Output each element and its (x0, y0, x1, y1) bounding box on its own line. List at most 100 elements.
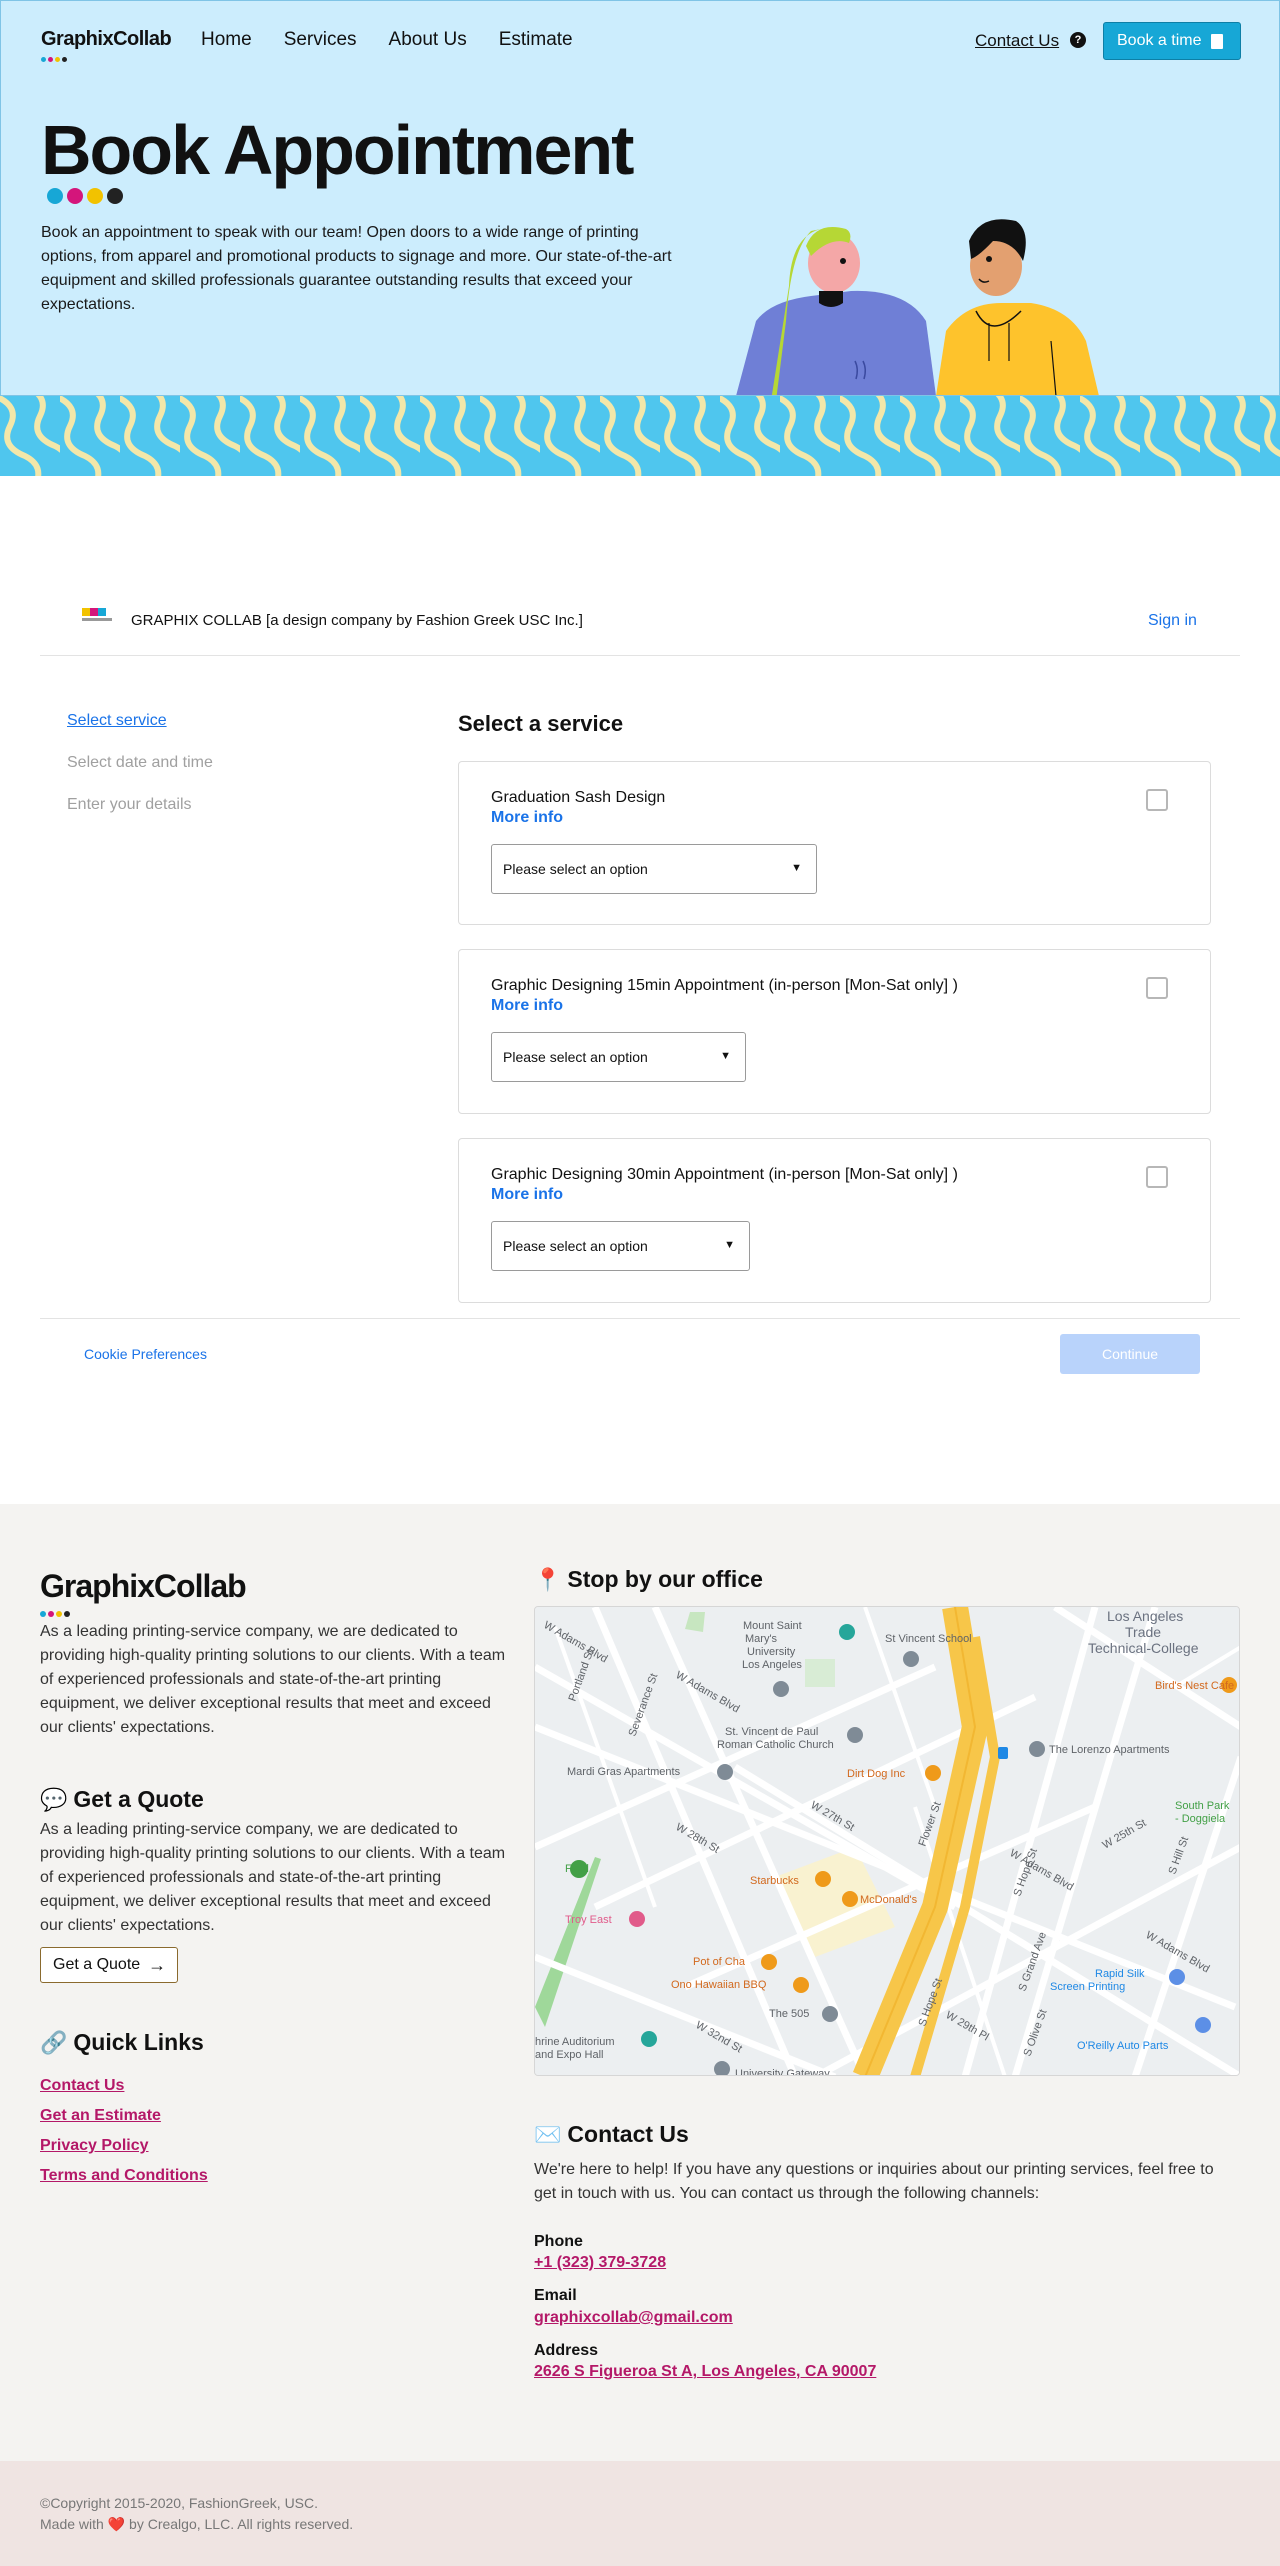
step-enter-details: Enter your details (67, 796, 192, 813)
select-placeholder: Please select an option (503, 1049, 648, 1065)
service-title: Graphic Designing 30min Appointment (in-… (491, 1166, 958, 1183)
option-select[interactable]: Please select an option ▼ (491, 1032, 746, 1082)
quick-link-get-an-estimate[interactable]: Get an Estimate (40, 2107, 161, 2125)
step-select-service[interactable]: Select service (67, 712, 167, 730)
svg-text:The 505: The 505 (769, 2008, 809, 2020)
service-card[interactable]: Graphic Designing 30min Appointment (in-… (458, 1138, 1211, 1303)
nav-estimate[interactable]: Estimate (499, 29, 573, 51)
nav-links: Home Services About Us Estimate (201, 29, 605, 51)
office-title: Stop by our office (567, 1566, 763, 1592)
company-name: GRAPHIX COLLAB [a design company by Fash… (131, 612, 583, 629)
contact-heading: ✉️ Contact Us (534, 2121, 689, 2148)
email-label: Email (534, 2287, 577, 2304)
nav-contact-us[interactable]: Contact Us (975, 31, 1059, 51)
people-illustration (736, 219, 1099, 395)
step-select-date-time: Select date and time (67, 754, 213, 771)
svg-text:McDonald's: McDonald's (860, 1894, 918, 1906)
made-with-prefix: Made with (40, 2516, 104, 2532)
option-select[interactable]: Please select an option ▼ (491, 1221, 750, 1271)
footer-logo[interactable]: GraphixCollab (40, 1568, 247, 1605)
address-link[interactable]: 2626 S Figueroa St A, Los Angeles, CA 90… (534, 2363, 876, 2381)
section-title: Select a service (458, 711, 624, 736)
quote-text: As a leading printing-service company, w… (40, 1821, 506, 1934)
more-info-link[interactable]: More info (491, 1186, 563, 1204)
svg-text:Trade: Trade (1125, 1624, 1161, 1640)
quick-link-contact-us[interactable]: Contact Us (40, 2077, 124, 2095)
phone-label: Phone (534, 2233, 583, 2250)
dropdown-arrow-icon: ▼ (791, 862, 802, 874)
nav-about-us[interactable]: About Us (389, 29, 467, 51)
title-dots (47, 188, 127, 209)
quick-links-heading: 🔗 Quick Links (40, 2029, 204, 2056)
more-info-link[interactable]: More info (491, 809, 563, 827)
svg-text:Mardi Gras Apartments: Mardi Gras Apartments (567, 1766, 681, 1778)
hero-description: Book an appointment to speak with our te… (41, 224, 672, 313)
svg-text:Technical-College: Technical-College (1088, 1640, 1199, 1656)
svg-text:O'Reilly Auto Parts: O'Reilly Auto Parts (1077, 2040, 1169, 2052)
option-select[interactable]: Please select an option ▼ (491, 844, 817, 894)
svg-text:Roman Catholic Church: Roman Catholic Church (717, 1739, 834, 1751)
wave-pattern (0, 396, 1280, 476)
service-card[interactable]: Graduation Sash Design More info Please … (458, 761, 1211, 925)
top-nav: GraphixCollab Home Services About Us Est… (1, 1, 1279, 79)
envelope-icon: ✉️ (534, 2121, 562, 2147)
service-checkbox[interactable] (1146, 789, 1168, 811)
map-graphic: W Adams Blvd Mount SaintMary's Universit… (535, 1607, 1239, 2076)
svg-text:Starbucks: Starbucks (750, 1875, 799, 1887)
svg-text:Rapid Silk: Rapid Silk (1095, 1968, 1145, 1980)
book-a-time-label: Book a time (1117, 32, 1202, 49)
contact-title: Contact Us (567, 2121, 689, 2147)
link-icon: 🔗 (40, 2029, 68, 2055)
svg-text:The Lorenzo Apartments: The Lorenzo Apartments (1049, 1744, 1170, 1756)
svg-text:Field: Field (565, 1863, 589, 1875)
get-a-quote-button[interactable]: Get a Quote → (40, 1947, 178, 1983)
copyright-bar (0, 2461, 1280, 2566)
help-icon[interactable]: ? (1070, 32, 1086, 48)
svg-text:Troy East: Troy East (565, 1914, 612, 1926)
quick-links-title: Quick Links (73, 2029, 204, 2055)
get-a-quote-title: Get a Quote (73, 1786, 204, 1812)
dropdown-arrow-icon: ▼ (720, 1050, 731, 1062)
service-title: Graduation Sash Design (491, 789, 666, 806)
quick-link-terms[interactable]: Terms and Conditions (40, 2167, 208, 2185)
nav-home[interactable]: Home (201, 29, 252, 51)
svg-text:Screen Printing: Screen Printing (1050, 1981, 1125, 1993)
svg-text:University Gateway: University Gateway (735, 2068, 830, 2076)
service-checkbox[interactable] (1146, 977, 1168, 999)
svg-text:hrine Auditorium: hrine Auditorium (535, 2036, 615, 2048)
made-with-text: Made with ❤️ by Crealgo, LLC. All rights… (40, 2516, 353, 2533)
svg-text:Pot of Cha: Pot of Cha (693, 1956, 746, 1968)
cookie-preferences-link[interactable]: Cookie Preferences (84, 1346, 207, 1362)
get-a-quote-heading: 💬 Get a Quote (40, 1786, 204, 1813)
made-with-suffix: by Crealgo, LLC. All rights reserved. (129, 2516, 354, 2532)
continue-button[interactable]: Continue (1060, 1334, 1200, 1374)
sign-in-link[interactable]: Sign in (1148, 612, 1197, 630)
site-logo[interactable]: GraphixCollab (41, 28, 172, 51)
speech-bubble-icon: 💬 (40, 1786, 68, 1812)
copyright-text: ©Copyright 2015-2020, FashionGreek, USC. (40, 2495, 319, 2511)
company-logo (82, 608, 112, 621)
svg-text:- Doggiela: - Doggiela (1175, 1813, 1226, 1825)
pin-icon: 📍 (534, 1566, 562, 1592)
svg-text:St Vincent School: St Vincent School (885, 1633, 972, 1645)
phone-link[interactable]: +1 (323) 379-3728 (534, 2254, 666, 2272)
select-placeholder: Please select an option (503, 861, 648, 877)
nav-services[interactable]: Services (284, 29, 357, 51)
logo-dots (41, 49, 69, 67)
book-icon (1211, 33, 1224, 49)
service-card[interactable]: Graphic Designing 15min Appointment (in-… (458, 949, 1211, 1114)
book-a-time-button[interactable]: Book a time (1103, 22, 1241, 60)
email-link[interactable]: graphixcollab@gmail.com (534, 2309, 733, 2327)
dropdown-arrow-icon: ▼ (724, 1239, 735, 1251)
svg-text:South Park: South Park (1175, 1800, 1230, 1812)
office-map[interactable]: W Adams Blvd Mount Saint Mary's Universit… (534, 1606, 1240, 2076)
svg-text:Mount Saint: Mount Saint (743, 1620, 802, 1632)
svg-text:Ono Hawaiian BBQ: Ono Hawaiian BBQ (671, 1979, 767, 1991)
office-heading: 📍 Stop by our office (534, 1566, 763, 1593)
service-checkbox[interactable] (1146, 1166, 1168, 1188)
quick-link-privacy-policy[interactable]: Privacy Policy (40, 2137, 149, 2155)
decorative-wave-band (0, 396, 1280, 476)
svg-text:Bird's Nest Cafe: Bird's Nest Cafe (1155, 1680, 1234, 1692)
svg-text:Los Angeles: Los Angeles (742, 1659, 802, 1671)
more-info-link[interactable]: More info (491, 997, 563, 1015)
